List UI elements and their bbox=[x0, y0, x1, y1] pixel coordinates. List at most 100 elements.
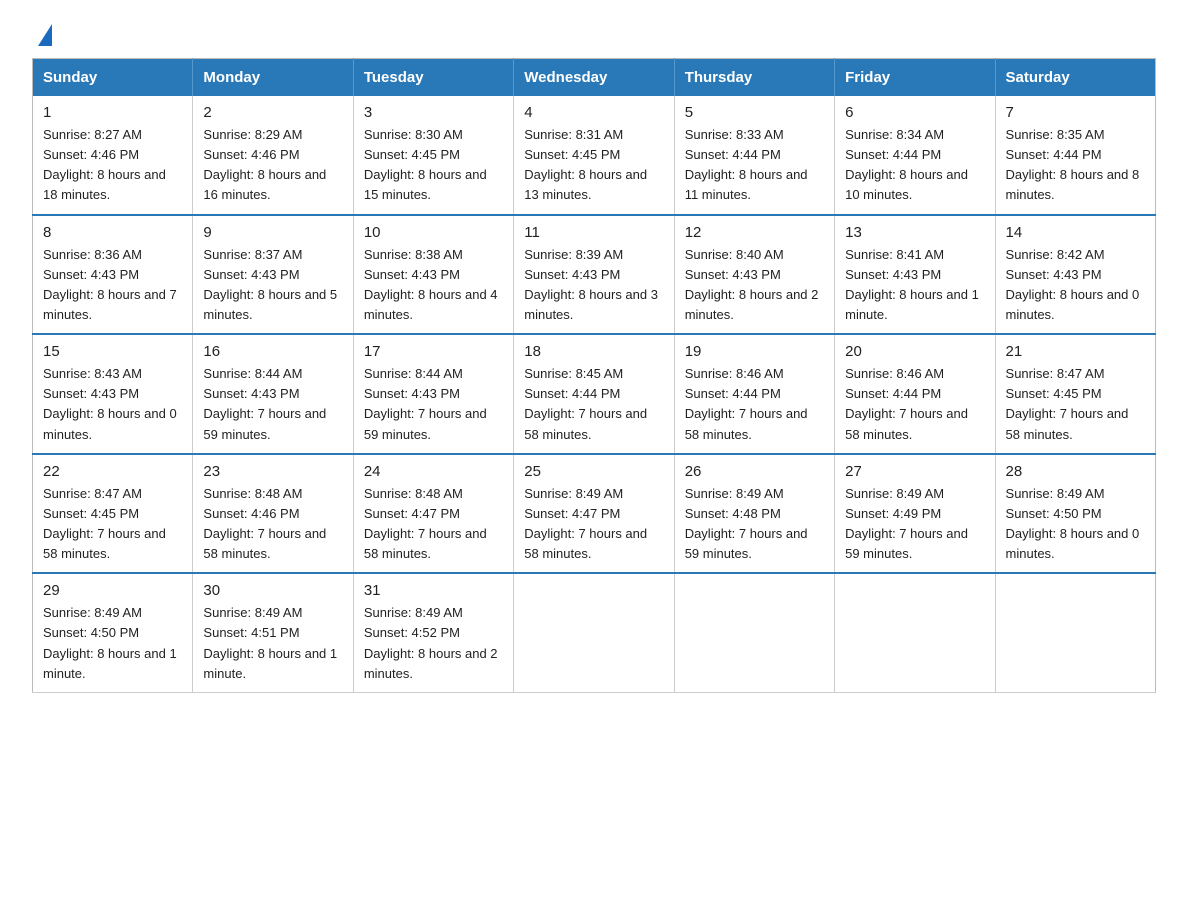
day-cell: 30Sunrise: 8:49 AMSunset: 4:51 PMDayligh… bbox=[193, 573, 353, 692]
calendar-table: SundayMondayTuesdayWednesdayThursdayFrid… bbox=[32, 58, 1156, 693]
day-number: 31 bbox=[364, 582, 503, 599]
day-info: Sunrise: 8:33 AMSunset: 4:44 PMDaylight:… bbox=[685, 127, 808, 202]
day-info: Sunrise: 8:42 AMSunset: 4:43 PMDaylight:… bbox=[1006, 247, 1140, 322]
day-number: 1 bbox=[43, 104, 182, 121]
logo-text bbox=[32, 24, 52, 42]
day-number: 18 bbox=[524, 343, 663, 360]
day-number: 14 bbox=[1006, 224, 1145, 241]
day-number: 22 bbox=[43, 463, 182, 480]
day-info: Sunrise: 8:39 AMSunset: 4:43 PMDaylight:… bbox=[524, 247, 658, 322]
day-cell bbox=[995, 573, 1155, 692]
week-row-4: 22 Sunrise: 8:47 AMSunset: 4:45 PMDayligh… bbox=[33, 454, 1156, 574]
day-info: Sunrise: 8:48 AMSunset: 4:47 PMDaylight:… bbox=[364, 486, 487, 561]
day-info: Sunrise: 8:36 AMSunset: 4:43 PMDaylight:… bbox=[43, 247, 177, 322]
day-number: 2 bbox=[203, 104, 342, 121]
day-cell bbox=[514, 573, 674, 692]
day-cell: 17 Sunrise: 8:44 AMSunset: 4:43 PMDayligh… bbox=[353, 334, 513, 454]
day-cell: 10Sunrise: 8:38 AMSunset: 4:43 PMDayligh… bbox=[353, 215, 513, 335]
day-cell: 24 Sunrise: 8:48 AMSunset: 4:47 PMDayligh… bbox=[353, 454, 513, 574]
day-info: Sunrise: 8:49 AMSunset: 4:50 PMDaylight:… bbox=[1006, 486, 1140, 561]
day-info: Sunrise: 8:27 AMSunset: 4:46 PMDaylight:… bbox=[43, 127, 166, 202]
day-info: Sunrise: 8:47 AMSunset: 4:45 PMDaylight:… bbox=[1006, 366, 1129, 441]
day-number: 13 bbox=[845, 224, 984, 241]
day-cell: 20 Sunrise: 8:46 AMSunset: 4:44 PMDayligh… bbox=[835, 334, 995, 454]
day-cell: 13 Sunrise: 8:41 AMSunset: 4:43 PMDayligh… bbox=[835, 215, 995, 335]
day-cell: 29 Sunrise: 8:49 AMSunset: 4:50 PMDayligh… bbox=[33, 573, 193, 692]
day-cell: 21 Sunrise: 8:47 AMSunset: 4:45 PMDayligh… bbox=[995, 334, 1155, 454]
day-info: Sunrise: 8:49 AMSunset: 4:48 PMDaylight:… bbox=[685, 486, 808, 561]
header-wednesday: Wednesday bbox=[514, 59, 674, 97]
day-cell: 9 Sunrise: 8:37 AMSunset: 4:43 PMDaylight… bbox=[193, 215, 353, 335]
day-number: 24 bbox=[364, 463, 503, 480]
day-info: Sunrise: 8:49 AMSunset: 4:52 PMDaylight:… bbox=[364, 605, 498, 680]
day-info: Sunrise: 8:35 AMSunset: 4:44 PMDaylight:… bbox=[1006, 127, 1140, 202]
day-info: Sunrise: 8:46 AMSunset: 4:44 PMDaylight:… bbox=[845, 366, 968, 441]
header-monday: Monday bbox=[193, 59, 353, 97]
day-info: Sunrise: 8:47 AMSunset: 4:45 PMDaylight:… bbox=[43, 486, 166, 561]
day-cell: 19Sunrise: 8:46 AMSunset: 4:44 PMDayligh… bbox=[674, 334, 834, 454]
day-info: Sunrise: 8:49 AMSunset: 4:51 PMDaylight:… bbox=[203, 605, 337, 680]
day-number: 3 bbox=[364, 104, 503, 121]
day-number: 20 bbox=[845, 343, 984, 360]
day-cell: 25Sunrise: 8:49 AMSunset: 4:47 PMDayligh… bbox=[514, 454, 674, 574]
week-row-5: 29 Sunrise: 8:49 AMSunset: 4:50 PMDayligh… bbox=[33, 573, 1156, 692]
day-number: 15 bbox=[43, 343, 182, 360]
day-cell: 26 Sunrise: 8:49 AMSunset: 4:48 PMDayligh… bbox=[674, 454, 834, 574]
day-info: Sunrise: 8:44 AMSunset: 4:43 PMDaylight:… bbox=[203, 366, 326, 441]
header-thursday: Thursday bbox=[674, 59, 834, 97]
day-cell: 5 Sunrise: 8:33 AMSunset: 4:44 PMDaylight… bbox=[674, 96, 834, 215]
day-number: 10 bbox=[364, 224, 503, 241]
day-number: 26 bbox=[685, 463, 824, 480]
day-cell: 23Sunrise: 8:48 AMSunset: 4:46 PMDayligh… bbox=[193, 454, 353, 574]
day-cell: 12 Sunrise: 8:40 AMSunset: 4:43 PMDayligh… bbox=[674, 215, 834, 335]
day-info: Sunrise: 8:41 AMSunset: 4:43 PMDaylight:… bbox=[845, 247, 979, 322]
day-info: Sunrise: 8:30 AMSunset: 4:45 PMDaylight:… bbox=[364, 127, 487, 202]
day-number: 11 bbox=[524, 224, 663, 241]
day-info: Sunrise: 8:45 AMSunset: 4:44 PMDaylight:… bbox=[524, 366, 647, 441]
day-info: Sunrise: 8:44 AMSunset: 4:43 PMDaylight:… bbox=[364, 366, 487, 441]
day-number: 4 bbox=[524, 104, 663, 121]
day-info: Sunrise: 8:34 AMSunset: 4:44 PMDaylight:… bbox=[845, 127, 968, 202]
day-cell: 3 Sunrise: 8:30 AMSunset: 4:45 PMDaylight… bbox=[353, 96, 513, 215]
week-row-3: 15 Sunrise: 8:43 AMSunset: 4:43 PMDayligh… bbox=[33, 334, 1156, 454]
day-cell: 4Sunrise: 8:31 AMSunset: 4:45 PMDaylight… bbox=[514, 96, 674, 215]
day-number: 8 bbox=[43, 224, 182, 241]
header-friday: Friday bbox=[835, 59, 995, 97]
day-info: Sunrise: 8:43 AMSunset: 4:43 PMDaylight:… bbox=[43, 366, 177, 441]
day-cell: 8 Sunrise: 8:36 AMSunset: 4:43 PMDaylight… bbox=[33, 215, 193, 335]
week-row-2: 8 Sunrise: 8:36 AMSunset: 4:43 PMDaylight… bbox=[33, 215, 1156, 335]
day-number: 29 bbox=[43, 582, 182, 599]
day-cell: 28Sunrise: 8:49 AMSunset: 4:50 PMDayligh… bbox=[995, 454, 1155, 574]
header-saturday: Saturday bbox=[995, 59, 1155, 97]
day-info: Sunrise: 8:37 AMSunset: 4:43 PMDaylight:… bbox=[203, 247, 337, 322]
day-cell: 27 Sunrise: 8:49 AMSunset: 4:49 PMDayligh… bbox=[835, 454, 995, 574]
day-number: 7 bbox=[1006, 104, 1145, 121]
day-number: 6 bbox=[845, 104, 984, 121]
day-info: Sunrise: 8:49 AMSunset: 4:49 PMDaylight:… bbox=[845, 486, 968, 561]
day-number: 12 bbox=[685, 224, 824, 241]
day-number: 27 bbox=[845, 463, 984, 480]
day-number: 21 bbox=[1006, 343, 1145, 360]
header-sunday: Sunday bbox=[33, 59, 193, 97]
header-tuesday: Tuesday bbox=[353, 59, 513, 97]
day-cell: 6 Sunrise: 8:34 AMSunset: 4:44 PMDaylight… bbox=[835, 96, 995, 215]
day-cell: 22 Sunrise: 8:47 AMSunset: 4:45 PMDayligh… bbox=[33, 454, 193, 574]
day-info: Sunrise: 8:40 AMSunset: 4:43 PMDaylight:… bbox=[685, 247, 819, 322]
day-number: 23 bbox=[203, 463, 342, 480]
day-info: Sunrise: 8:29 AMSunset: 4:46 PMDaylight:… bbox=[203, 127, 326, 202]
day-cell: 2 Sunrise: 8:29 AMSunset: 4:46 PMDaylight… bbox=[193, 96, 353, 215]
day-cell: 18 Sunrise: 8:45 AMSunset: 4:44 PMDayligh… bbox=[514, 334, 674, 454]
day-cell: 15 Sunrise: 8:43 AMSunset: 4:43 PMDayligh… bbox=[33, 334, 193, 454]
day-info: Sunrise: 8:49 AMSunset: 4:47 PMDaylight:… bbox=[524, 486, 647, 561]
day-number: 9 bbox=[203, 224, 342, 241]
day-number: 16 bbox=[203, 343, 342, 360]
day-number: 19 bbox=[685, 343, 824, 360]
day-cell: 16 Sunrise: 8:44 AMSunset: 4:43 PMDayligh… bbox=[193, 334, 353, 454]
logo-triangle-icon bbox=[38, 24, 52, 46]
day-number: 17 bbox=[364, 343, 503, 360]
day-number: 5 bbox=[685, 104, 824, 121]
day-info: Sunrise: 8:49 AMSunset: 4:50 PMDaylight:… bbox=[43, 605, 177, 680]
day-cell: 1 Sunrise: 8:27 AMSunset: 4:46 PMDaylight… bbox=[33, 96, 193, 215]
day-cell: 14 Sunrise: 8:42 AMSunset: 4:43 PMDayligh… bbox=[995, 215, 1155, 335]
page-header bbox=[32, 24, 1156, 42]
